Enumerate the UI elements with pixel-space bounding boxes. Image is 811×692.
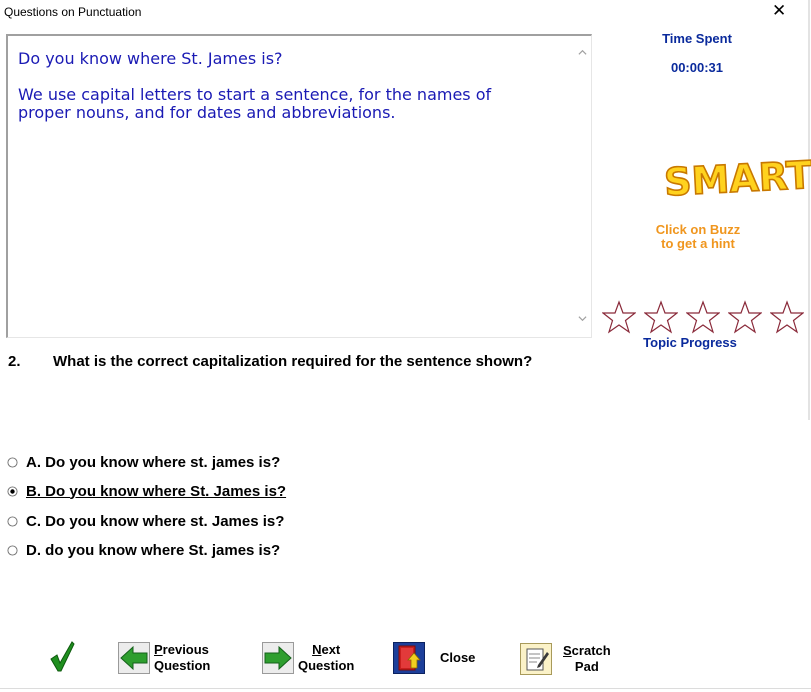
close-button[interactable]: Close (393, 642, 475, 674)
radio-icon[interactable] (7, 544, 18, 556)
label-part: revious (162, 642, 209, 657)
answer-option-label: B. Do you know where St. James is? (26, 482, 287, 500)
window-bottom-edge (0, 688, 811, 689)
answer-option-b[interactable]: B. Do you know where St. James is? (7, 481, 286, 501)
previous-question-button[interactable]: Previous Question (118, 642, 210, 674)
scroll-down-icon[interactable] (578, 314, 587, 323)
question-number: 2. (8, 353, 21, 370)
answer-option-c[interactable]: C. Do you know where st. James is? (7, 511, 284, 531)
left-arrow-icon (118, 642, 150, 674)
scroll-up-icon[interactable] (578, 48, 587, 57)
scratch-pad-button[interactable]: Scratch Pad (520, 643, 611, 675)
passage-scrollbar[interactable] (574, 36, 591, 337)
label-part: Question (298, 658, 355, 673)
radio-icon[interactable] (7, 456, 18, 468)
star-icon (770, 300, 804, 334)
time-spent-value: 00:00:31 (670, 60, 724, 75)
label-part: cratch (571, 643, 611, 658)
next-question-button[interactable]: Next Question (262, 642, 354, 674)
right-arrow-icon (262, 642, 294, 674)
hint-text: Click on Buzz to get a hint (655, 222, 741, 251)
label-part: ext (321, 642, 341, 657)
exit-door-icon (393, 642, 425, 674)
star-icon (644, 300, 678, 334)
answer-option-label: C. Do you know where st. James is? (26, 512, 285, 530)
label-part: Pad (574, 659, 599, 674)
answer-option-label: D. do you know where St. james is? (26, 541, 281, 559)
label-part: Question (154, 658, 211, 673)
close-label: Close (440, 650, 476, 665)
accesskey: P (154, 642, 163, 657)
smart-logo[interactable]: SMART (662, 146, 811, 206)
close-window-button[interactable]: ✕ (772, 1, 786, 21)
logo-text: SMART (663, 153, 811, 205)
passage-text: Do you know where St. James is? We use c… (18, 50, 578, 140)
window-title: Questions on Punctuation (4, 5, 142, 19)
accesskey: S (563, 643, 572, 658)
star-icon (686, 300, 720, 334)
star-icon (728, 300, 762, 334)
scratch-pad-label: Scratch Pad (563, 643, 611, 675)
checkmark-icon (50, 641, 75, 672)
star-icon (602, 300, 636, 334)
radio-icon[interactable] (7, 515, 18, 527)
window-edge (808, 0, 810, 420)
previous-question-label: Previous Question (154, 642, 210, 674)
time-spent-label: Time Spent (662, 31, 732, 46)
passage-paragraph: We use capital letters to start a senten… (18, 85, 492, 122)
topic-progress-stars (600, 300, 811, 336)
passage-paragraph: Do you know where St. James is? (18, 49, 283, 68)
topic-progress-label: Topic Progress (643, 335, 737, 350)
check-answer-button[interactable] (48, 640, 76, 674)
answer-option-d[interactable]: D. do you know where St. james is? (7, 540, 280, 560)
question-text: What is the correct capitalization requi… (53, 353, 533, 370)
answer-option-label: A. Do you know where st. james is? (26, 453, 281, 471)
passage-panel[interactable]: Do you know where St. James is? We use c… (6, 34, 592, 338)
radio-selected-icon[interactable] (7, 485, 18, 497)
notepad-icon (520, 643, 552, 675)
answer-option-a[interactable]: A. Do you know where st. james is? (7, 452, 280, 472)
next-question-label: Next Question (298, 642, 354, 674)
